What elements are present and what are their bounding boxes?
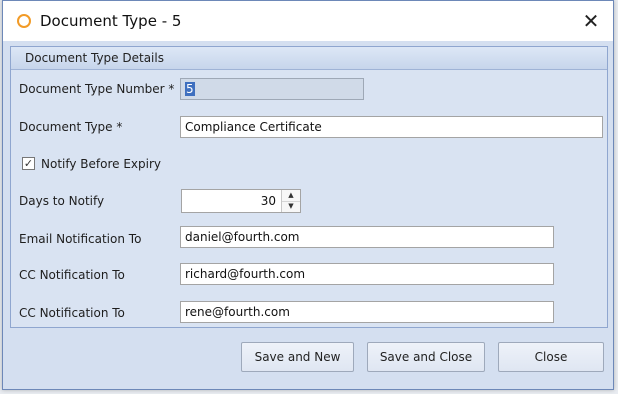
document-type-number-field[interactable]: 5 bbox=[180, 78, 364, 100]
document-type-field[interactable]: Compliance Certificate bbox=[180, 116, 603, 138]
window-title: Document Type - 5 bbox=[40, 12, 182, 30]
chevron-up-icon: ▲ bbox=[288, 191, 294, 199]
document-type-label: Document Type * bbox=[19, 120, 123, 134]
notify-before-expiry-checkbox[interactable]: ✓ bbox=[22, 157, 35, 170]
email-notification-label: Email Notification To bbox=[19, 232, 142, 246]
spin-down-button[interactable]: ▼ bbox=[282, 201, 300, 212]
cc-notification-field-1[interactable]: richard@fourth.com bbox=[180, 263, 554, 285]
cc-notification-field-2[interactable]: rene@fourth.com bbox=[180, 301, 554, 323]
days-to-notify-value: 30 bbox=[260, 194, 276, 208]
group-title: Document Type Details bbox=[25, 51, 164, 65]
save-and-new-button[interactable]: Save and New bbox=[241, 342, 354, 372]
days-to-notify-label: Days to Notify bbox=[19, 194, 105, 208]
notify-before-expiry-label[interactable]: Notify Before Expiry bbox=[41, 157, 161, 171]
group-header: Document Type Details bbox=[11, 47, 607, 70]
close-button[interactable]: Close bbox=[498, 342, 604, 372]
cc-notification-label-2: CC Notification To bbox=[19, 306, 125, 320]
chevron-down-icon: ▼ bbox=[288, 202, 294, 210]
title-bar: Document Type - 5 ✕ bbox=[3, 1, 613, 41]
days-to-notify-stepper[interactable]: 30 ▲ ▼ bbox=[181, 189, 301, 213]
close-icon: ✕ bbox=[582, 9, 600, 33]
close-window-button[interactable]: ✕ bbox=[569, 1, 613, 41]
spin-buttons: ▲ ▼ bbox=[281, 190, 300, 212]
save-and-close-button[interactable]: Save and Close bbox=[367, 342, 485, 372]
document-type-number-label: Document Type Number * bbox=[19, 82, 175, 96]
document-type-dialog: Document Type - 5 ✕ Document Type Detail… bbox=[2, 0, 614, 390]
email-notification-field[interactable]: daniel@fourth.com bbox=[180, 226, 554, 248]
app-ring-icon bbox=[17, 14, 31, 28]
document-type-number-value: 5 bbox=[185, 82, 195, 96]
cc-notification-label-1: CC Notification To bbox=[19, 268, 125, 282]
check-icon: ✓ bbox=[23, 157, 34, 170]
